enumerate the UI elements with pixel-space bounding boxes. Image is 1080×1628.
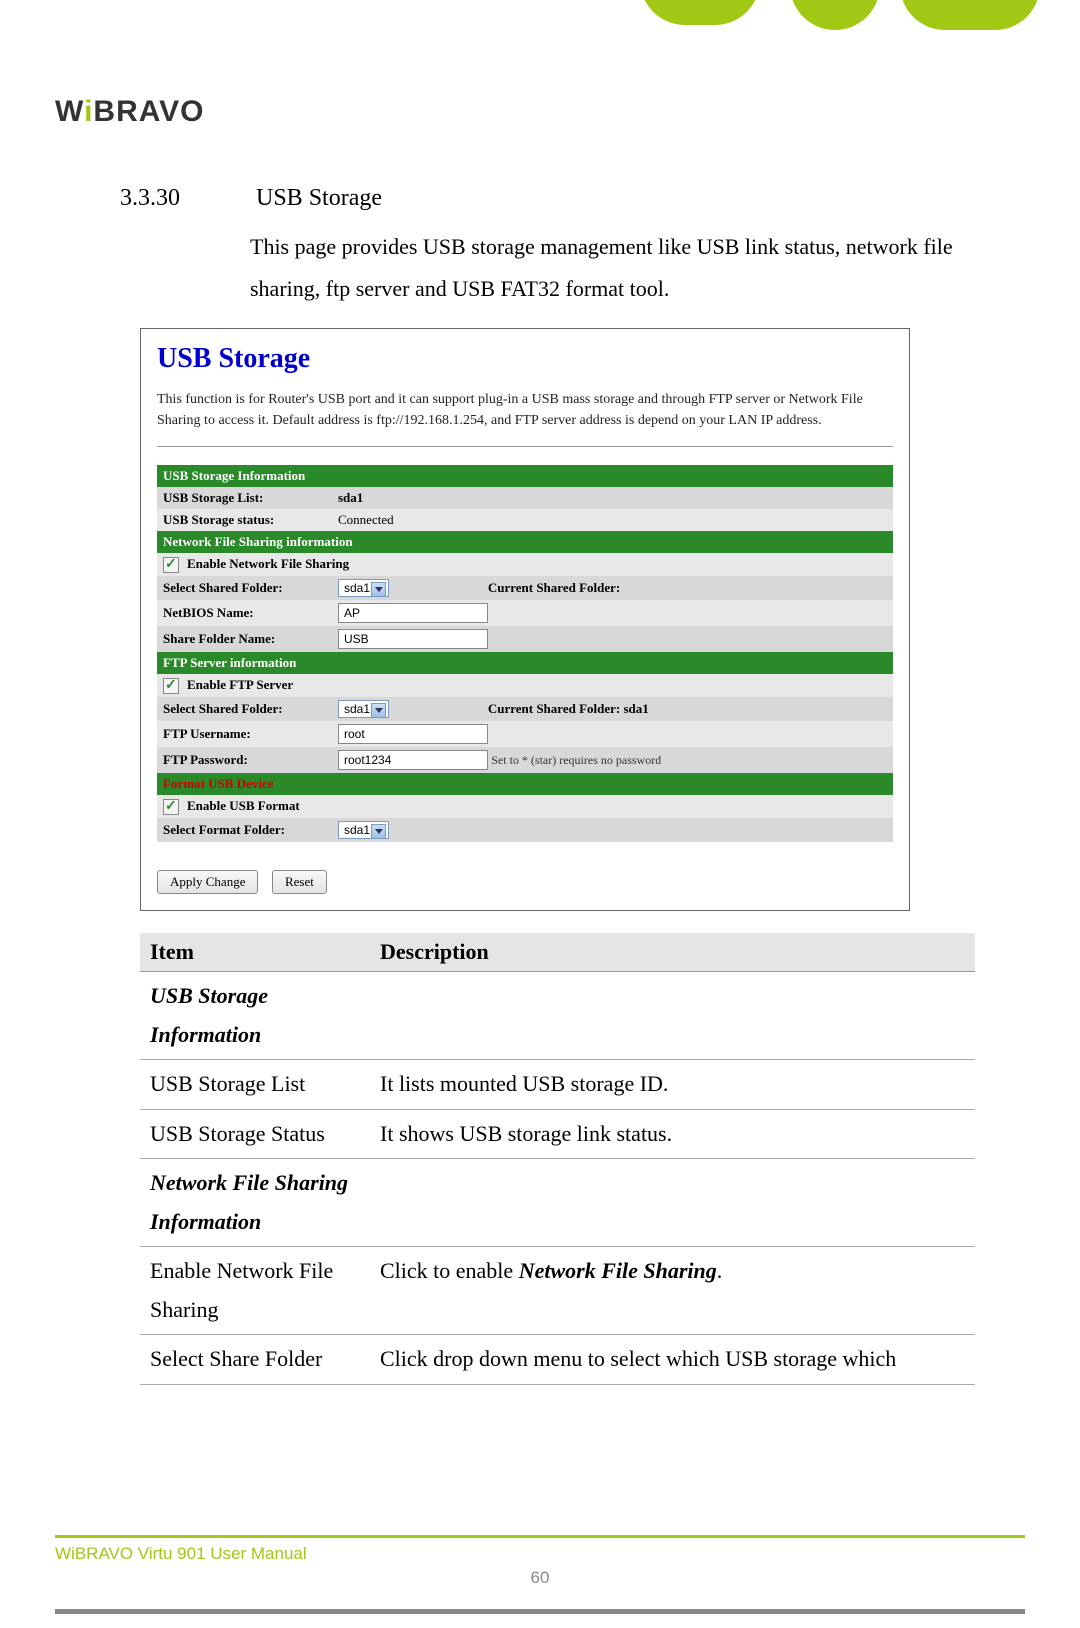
row-usb-info: USB Storage Information	[140, 972, 370, 1060]
header-decoration	[640, 0, 1040, 40]
fmt-enable-row: Enable USB Format	[157, 795, 893, 818]
divider	[157, 446, 893, 447]
ss-section-format: Format USB Device	[157, 773, 893, 795]
row-enable-nfs: Enable Network File Sharing	[140, 1247, 370, 1335]
ss-intro: This function is for Router's USB port a…	[157, 389, 893, 432]
logo-rest: BRAVO	[93, 95, 204, 128]
section-number: 3.3.30	[120, 185, 250, 212]
row-usb-list-desc: It lists mounted USB storage ID.	[370, 1060, 975, 1110]
ftp-pass-input[interactable]: root1234	[338, 750, 488, 770]
footer-text: WiBRAVO Virtu 901 User Manual	[55, 1544, 1025, 1564]
row-select-folder-desc: Click drop down menu to select which USB…	[370, 1335, 975, 1385]
fmt-folder-label: Select Format Folder:	[157, 818, 332, 842]
page-footer: WiBRAVO Virtu 901 User Manual 60	[55, 1535, 1025, 1588]
checkbox-icon[interactable]	[163, 799, 179, 815]
nfs-folder-label: Select Shared Folder:	[157, 576, 332, 600]
apply-change-button[interactable]: Apply Change	[157, 870, 258, 894]
ss-section-usb-info: USB Storage Information	[157, 465, 893, 487]
th-item: Item	[140, 933, 370, 972]
ss-section-ftp: FTP Server information	[157, 652, 893, 674]
ftp-folder-label: Select Shared Folder:	[157, 697, 332, 721]
usb-status-label: USB Storage status:	[157, 509, 332, 531]
section-title: USB Storage	[256, 185, 382, 211]
nfs-folder-select[interactable]: sda1	[338, 579, 389, 597]
row-usb-status: USB Storage Status	[140, 1109, 370, 1159]
section-description: This page provides USB storage managemen…	[250, 226, 990, 310]
ftp-user-input[interactable]: root	[338, 724, 488, 744]
netbios-input[interactable]: AP	[338, 603, 488, 623]
ss-title: USB Storage	[157, 343, 893, 375]
ftp-enable-label: Enable FTP Server	[187, 677, 293, 692]
row-usb-list: USB Storage List	[140, 1060, 370, 1110]
usb-list-value: sda1	[332, 487, 893, 509]
checkbox-icon[interactable]	[163, 678, 179, 694]
page-number: 60	[55, 1568, 1025, 1588]
footer-bar	[55, 1609, 1025, 1614]
fmt-enable-label: Enable USB Format	[187, 798, 300, 813]
embedded-screenshot: USB Storage This function is for Router'…	[140, 328, 910, 911]
sharefolder-input[interactable]: USB	[338, 629, 488, 649]
usb-list-label: USB Storage List:	[157, 487, 332, 509]
th-desc: Description	[370, 933, 975, 972]
row-enable-nfs-desc: Click to enable Network File Sharing.	[370, 1247, 975, 1335]
reset-button[interactable]: Reset	[272, 870, 327, 894]
sharefolder-label: Share Folder Name:	[157, 626, 332, 652]
section-heading: 3.3.30 USB Storage	[120, 185, 990, 212]
logo-prefix: W	[55, 95, 84, 128]
row-nfs-info: Network File Sharing Information	[140, 1159, 370, 1247]
row-usb-status-desc: It shows USB storage link status.	[370, 1109, 975, 1159]
ftp-pass-label: FTP Password:	[157, 747, 332, 773]
netbios-label: NetBIOS Name:	[157, 600, 332, 626]
nfs-current-folder: Current Shared Folder:	[482, 576, 893, 600]
ftp-pass-hint: Set to * (star) requires no password	[491, 753, 661, 767]
ftp-folder-select[interactable]: sda1	[338, 700, 389, 718]
nfs-enable-label: Enable Network File Sharing	[187, 556, 349, 571]
checkbox-icon[interactable]	[163, 557, 179, 573]
ftp-enable-row: Enable FTP Server	[157, 674, 893, 697]
brand-logo: WiBRAVO	[55, 95, 205, 129]
nfs-folder-cell: sda1	[332, 576, 482, 600]
ftp-user-label: FTP Username:	[157, 721, 332, 747]
ss-section-nfs: Network File Sharing information	[157, 531, 893, 553]
nfs-enable-row: Enable Network File Sharing	[157, 553, 893, 576]
row-select-folder: Select Share Folder	[140, 1335, 370, 1385]
fmt-folder-select[interactable]: sda1	[338, 821, 389, 839]
ftp-current-folder: Current Shared Folder: sda1	[482, 697, 893, 721]
usb-status-value: Connected	[332, 509, 893, 531]
description-table: Item Description USB Storage Information…	[140, 933, 975, 1385]
logo-accent: i	[84, 95, 93, 128]
